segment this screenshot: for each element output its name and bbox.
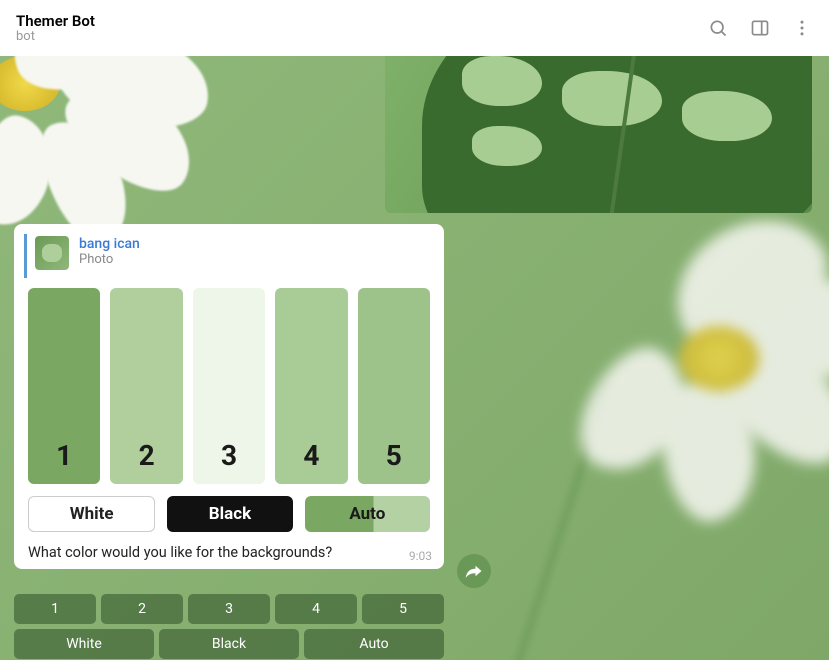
- option-black: Black: [167, 496, 292, 532]
- inline-keyboard: 1 2 3 4 5 White Black Auto: [14, 594, 444, 664]
- kb-1[interactable]: 1: [14, 594, 96, 624]
- palette-preview: 1 2 3 4 5: [24, 282, 434, 490]
- share-button[interactable]: [457, 554, 491, 588]
- option-preview-row: White Black Auto: [24, 490, 434, 540]
- reply-content-type: Photo: [79, 252, 140, 267]
- chat-header: Themer Bot bot: [0, 0, 829, 56]
- message-time: 9:03: [409, 549, 432, 563]
- swatch-1: 1: [28, 288, 100, 484]
- option-white: White: [28, 496, 155, 532]
- kb-2[interactable]: 2: [101, 594, 183, 624]
- chat-title: Themer Bot: [16, 12, 707, 30]
- reply-sender: bang ican: [79, 236, 140, 252]
- option-auto: Auto: [305, 496, 430, 532]
- header-info[interactable]: Themer Bot bot: [16, 12, 707, 44]
- kb-5[interactable]: 5: [362, 594, 444, 624]
- swatch-5: 5: [358, 288, 430, 484]
- swatch-3: 3: [193, 288, 265, 484]
- chat-subtitle: bot: [16, 29, 707, 44]
- reply-reference[interactable]: bang ican Photo: [24, 234, 434, 278]
- swatch-4: 4: [275, 288, 347, 484]
- kb-white[interactable]: White: [14, 629, 154, 659]
- kb-4[interactable]: 4: [275, 594, 357, 624]
- kb-black[interactable]: Black: [159, 629, 299, 659]
- bot-message: bang ican Photo 1 2 3 4 5 White Black Au…: [14, 224, 444, 569]
- kb-3[interactable]: 3: [188, 594, 270, 624]
- reply-thumbnail: [35, 236, 69, 270]
- sidebar-toggle-icon[interactable]: [749, 17, 771, 39]
- message-text: What color would you like for the backgr…: [24, 540, 434, 561]
- swatch-2: 2: [110, 288, 182, 484]
- attached-image-preview[interactable]: [385, 56, 812, 213]
- more-icon[interactable]: [791, 17, 813, 39]
- search-icon[interactable]: [707, 17, 729, 39]
- kb-auto[interactable]: Auto: [304, 629, 444, 659]
